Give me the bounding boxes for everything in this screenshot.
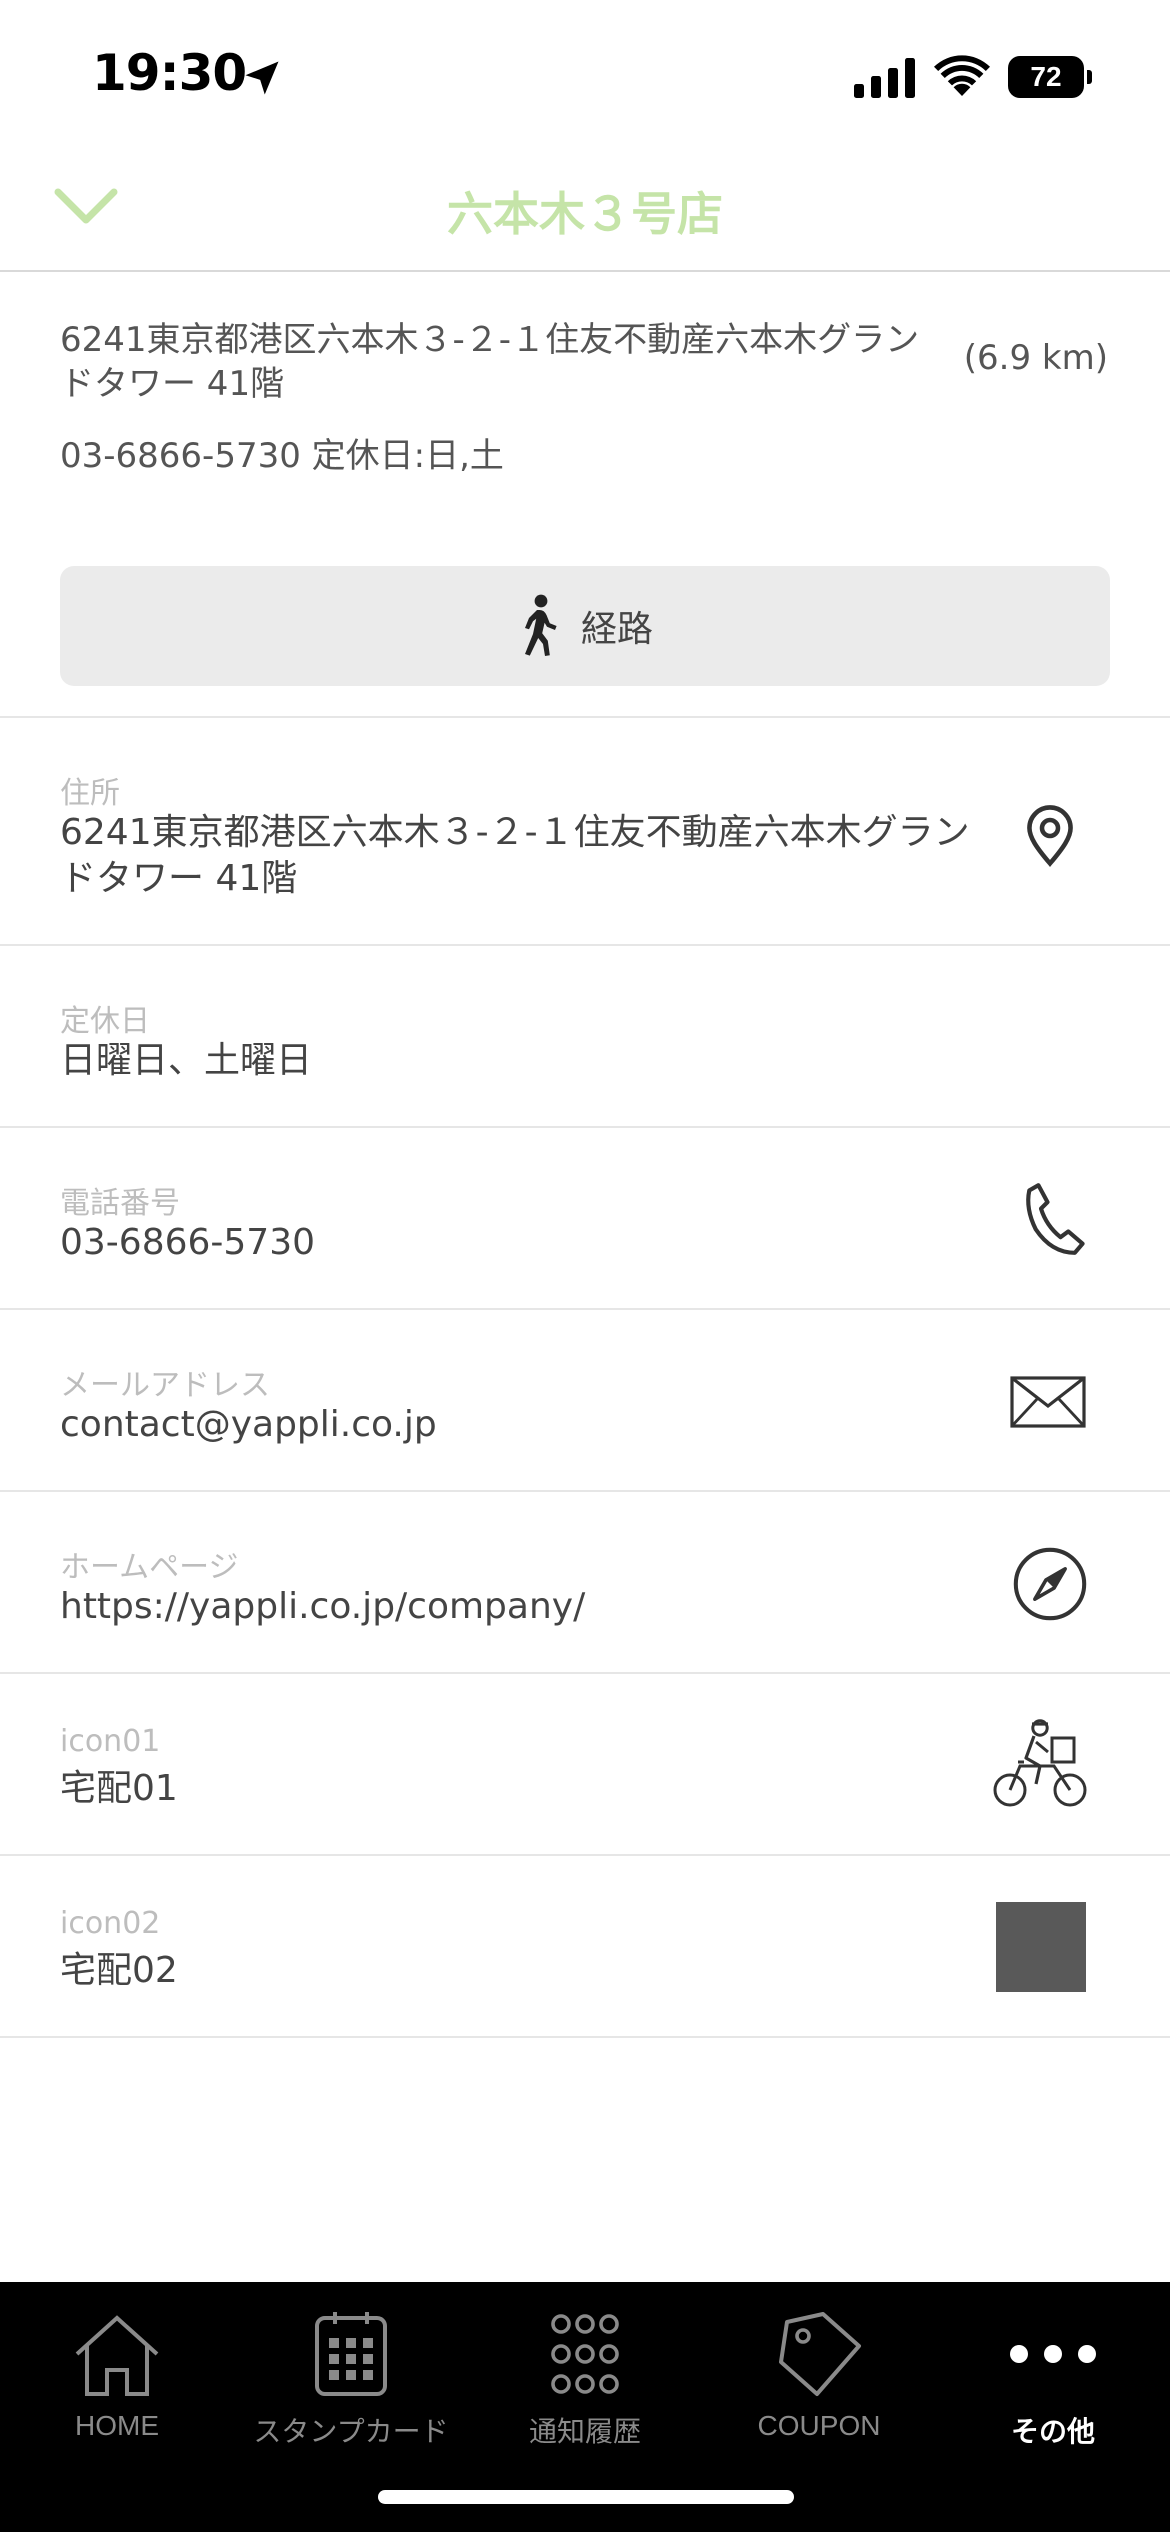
address-label: 住所 [60, 776, 120, 811]
nav-bar: 六本木３号店 [0, 150, 1170, 272]
phone-value: 03-6866-5730 [60, 1222, 316, 1263]
tab-label: HOME [75, 2410, 159, 2441]
more-dots-icon [1010, 2345, 1096, 2363]
shop-summary: 6241東京都港区六本木３-２-１住友不動産六本木グランドタワー 41階 (6.… [0, 272, 1170, 718]
email-row[interactable]: メールアドレス contact@yappli.co.jp [0, 1310, 1170, 1492]
icon01-value: 宅配01 [60, 1768, 178, 1809]
signal-icon [854, 58, 915, 98]
summary-phone-holiday: 03-6866-5730 定休日:日,土 [60, 436, 504, 476]
tab-label: 通知履歴 [528, 2416, 641, 2447]
summary-distance: (6.9 km) [963, 338, 1108, 378]
icon01-row: icon01 宅配01 [0, 1674, 1170, 1856]
holiday-value: 日曜日、土曜日 [60, 1040, 313, 1081]
status-bar: 19:30 72 [0, 0, 1170, 150]
phone-row[interactable]: 電話番号 03-6866-5730 [0, 1128, 1170, 1310]
battery-level: 72 [1008, 56, 1084, 98]
tab-stamp-card[interactable]: スタンプカード [234, 2302, 468, 2462]
icon01-label: icon01 [60, 1724, 161, 1759]
icon02-label: icon02 [60, 1906, 161, 1941]
delivery-bike-icon [993, 1719, 1087, 1807]
icon02-value: 宅配02 [60, 1950, 178, 1991]
address-row[interactable]: 住所 6241東京都港区六本木３-２-１住友不動産六本木グランドタワー 41階 [0, 718, 1170, 946]
tab-label: スタンプカード [253, 2416, 449, 2447]
phone-icon[interactable] [1020, 1180, 1088, 1258]
map-pin-icon[interactable] [1020, 804, 1080, 868]
holiday-row: 定休日 日曜日、土曜日 [0, 946, 1170, 1128]
status-time: 19:30 [92, 44, 247, 102]
address-value: 6241東京都港区六本木３-２-１住友不動産六本木グランドタワー 41階 [60, 812, 970, 899]
grid-dots-icon [551, 2314, 619, 2394]
page-title: 六本木３号店 [447, 187, 723, 241]
route-button[interactable]: 経路 [60, 566, 1110, 686]
email-value: contact@yappli.co.jp [60, 1404, 437, 1445]
route-label: 経路 [580, 609, 653, 650]
wifi-icon [934, 55, 990, 96]
tab-label: その他 [1010, 2416, 1095, 2447]
compass-icon[interactable] [1012, 1546, 1088, 1622]
home-indicator[interactable] [378, 2490, 794, 2504]
phone-label: 電話番号 [60, 1186, 180, 1221]
homepage-row[interactable]: ホームページ https://yappli.co.jp/company/ [0, 1492, 1170, 1674]
email-label: メールアドレス [60, 1368, 270, 1403]
tab-notification-history[interactable]: 通知履歴 [468, 2302, 702, 2462]
battery-icon: 72 [1008, 56, 1092, 98]
icon02-row: icon02 宅配02 [0, 1856, 1170, 2038]
tab-home[interactable]: HOME [0, 2302, 234, 2462]
mail-icon[interactable] [1010, 1376, 1086, 1428]
tab-label: COUPON [757, 2410, 881, 2441]
gray-square-image [996, 1902, 1086, 1992]
tab-more[interactable]: その他 [936, 2302, 1170, 2462]
holiday-label: 定休日 [60, 1004, 150, 1039]
tag-icon [779, 2312, 861, 2396]
walking-person-icon [524, 594, 557, 656]
location-arrow-icon [245, 61, 279, 95]
homepage-value: https://yappli.co.jp/company/ [60, 1586, 586, 1627]
homepage-label: ホームページ [60, 1550, 239, 1585]
tab-coupon[interactable]: COUPON [702, 2302, 936, 2462]
home-icon [75, 2315, 159, 2396]
summary-address: 6241東京都港区六本木３-２-１住友不動産六本木グランドタワー 41階 [60, 320, 920, 404]
calendar-icon [315, 2312, 387, 2396]
